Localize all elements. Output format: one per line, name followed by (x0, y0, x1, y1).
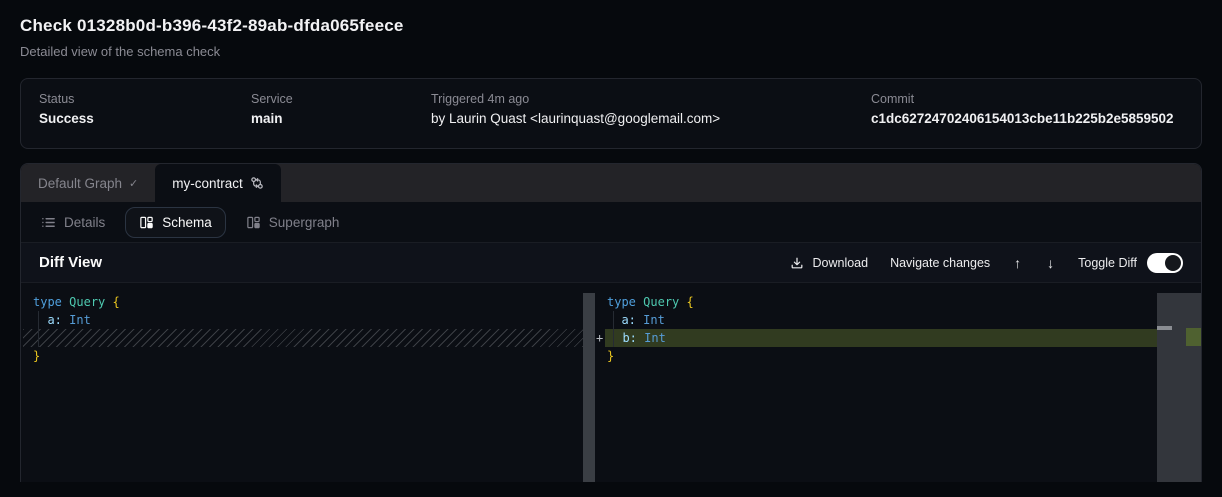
added-code-line: b: Int (605, 329, 1157, 347)
next-change-button[interactable]: ↓ (1045, 255, 1056, 271)
code-line: type Query { (21, 293, 583, 311)
status-label: Status (39, 92, 251, 106)
check-summary-card: Status Success Service main Triggered 4m… (20, 78, 1202, 149)
triggered-field: Triggered 4m ago by Laurin Quast <laurin… (431, 92, 871, 126)
subtab-supergraph-label: Supergraph (269, 215, 340, 230)
tab-default-graph-label: Default Graph (38, 176, 122, 191)
list-icon (41, 215, 56, 230)
schema-check-page: Check 01328b0d-b396-43f2-89ab-dfda065fee… (0, 0, 1222, 497)
service-label: Service (251, 92, 431, 106)
diff-left-code: type Query { a: Int} (21, 293, 583, 365)
service-field: Service main (251, 92, 431, 126)
schema-diff-editor: type Query { a: Int} + type Query { a: I… (21, 283, 1201, 482)
toggle-diff-switch[interactable] (1147, 253, 1183, 273)
toggle-diff-label: Toggle Diff (1078, 256, 1137, 270)
commit-label: Commit (871, 92, 1183, 106)
code-line: } (595, 347, 1157, 365)
download-label: Download (812, 256, 868, 270)
scrollbar-slider[interactable] (1157, 326, 1172, 330)
status-value: Success (39, 111, 251, 126)
toggle-knob (1165, 255, 1181, 271)
code-line: type Query { (595, 293, 1157, 311)
subtab-details[interactable]: Details (39, 208, 107, 237)
status-field: Status Success (39, 92, 251, 126)
left-scrollbar[interactable] (583, 293, 595, 482)
detail-subtabs: Details Schema (21, 202, 1201, 243)
download-button[interactable]: Download (790, 256, 868, 270)
navigate-changes-label: Navigate changes (890, 256, 990, 270)
indent-guide (38, 311, 39, 347)
subtab-details-label: Details (64, 215, 105, 230)
commit-value: c1dc62724702406154013cbe11b225b2e5859502 (871, 111, 1183, 126)
diff-placeholder-line (23, 329, 583, 347)
toggle-diff-group: Toggle Diff (1078, 253, 1183, 273)
page-title: Check 01328b0d-b396-43f2-89ab-dfda065fee… (20, 16, 1202, 36)
right-scrollbar[interactable] (1157, 293, 1201, 482)
code-line: } (21, 347, 583, 365)
subtab-schema[interactable]: Schema (125, 207, 226, 238)
diff-view-header: Diff View Download Navigate changes ↑ ↓ … (21, 243, 1201, 283)
subtab-schema-label: Schema (162, 215, 212, 230)
added-line-marker: + (596, 329, 603, 347)
diff-controls: Download Navigate changes ↑ ↓ Toggle Dif… (790, 253, 1183, 273)
download-icon (790, 256, 804, 270)
diff-original-pane[interactable]: type Query { a: Int} (21, 283, 583, 482)
subtab-supergraph[interactable]: Supergraph (244, 208, 342, 237)
indent-guide (613, 311, 614, 347)
supergraph-panels-icon (246, 215, 261, 230)
diff-view-title: Diff View (39, 254, 102, 271)
diff-right-code: type Query { a: Int b: Int} (595, 293, 1157, 365)
tab-default-graph[interactable]: Default Graph ✓ (21, 164, 155, 202)
git-compare-icon (250, 176, 264, 190)
commit-field: Commit c1dc62724702406154013cbe11b225b2e… (871, 92, 1183, 126)
diff-modified-pane[interactable]: + type Query { a: Int b: Int} (595, 283, 1201, 482)
service-value: main (251, 111, 431, 126)
previous-change-button[interactable]: ↑ (1012, 255, 1023, 271)
tab-my-contract-label: my-contract (172, 176, 243, 191)
triggered-label: Triggered 4m ago (431, 92, 871, 106)
schema-panels-icon (139, 215, 154, 230)
graph-tab-strip: Default Graph ✓ my-contract (21, 164, 1201, 202)
tab-my-contract[interactable]: my-contract (155, 164, 281, 202)
overview-ruler-added-mark (1186, 328, 1201, 346)
code-line: a: Int (595, 311, 1157, 329)
triggered-value: by Laurin Quast <laurinquast@googlemail.… (431, 111, 871, 126)
check-icon: ✓ (129, 177, 138, 190)
schema-check-detail-card: Default Graph ✓ my-contract (20, 163, 1202, 482)
page-subtitle: Detailed view of the schema check (20, 44, 1202, 59)
code-line: a: Int (21, 311, 583, 329)
